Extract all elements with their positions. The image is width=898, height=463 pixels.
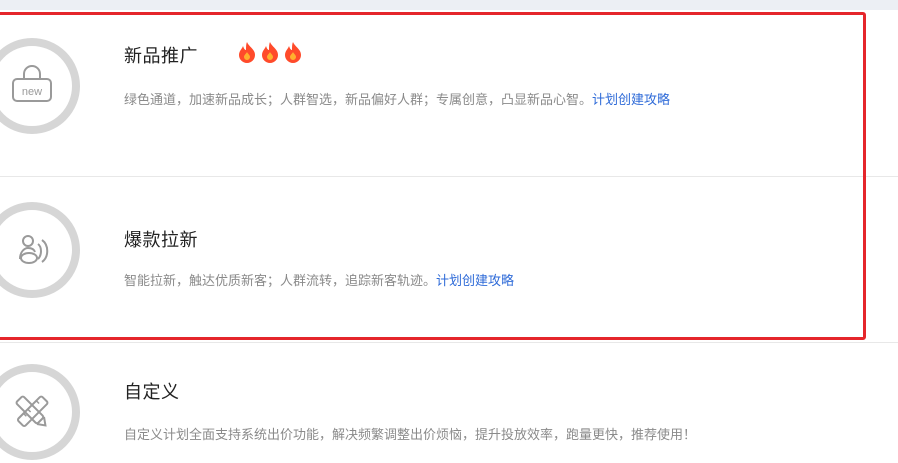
hot-rating	[237, 41, 303, 63]
customer-growth-icon	[0, 202, 80, 298]
plan-title: 自定义	[124, 382, 180, 403]
plan-title: 爆款拉新	[124, 230, 198, 251]
plan-card-new-product[interactable]: new 新品推广 绿色通道，加速新品成长；人群智选，新品偏好人群；专属创意，凸显…	[0, 10, 898, 176]
fire-icon	[262, 42, 278, 63]
shopping-bag-new-icon: new	[0, 38, 80, 134]
plan-description: 自定义计划全面支持系统出价功能，解决频繁调整出价烦恼，提升投放效率，跑量更快，推…	[124, 422, 754, 450]
plan-card-custom[interactable]: 自定义 自定义计划全面支持系统出价功能，解决频繁调整出价烦恼，提升投放效率，跑量…	[0, 342, 898, 463]
plan-guide-link[interactable]: 计划创建攻略	[592, 93, 670, 108]
pencil-ruler-icon	[0, 364, 80, 460]
plan-description-text: 智能拉新，触达优质新客；人群流转，追踪新客轨迹。	[124, 274, 437, 289]
plan-description-text: 绿色通道，加速新品成长；人群智选，新品偏好人群；专属创意，凸显新品心智。	[124, 93, 593, 108]
plan-guide-link[interactable]: 计划创建攻略	[436, 274, 514, 289]
icon-new-text: new	[22, 86, 42, 98]
fire-icon	[239, 42, 255, 63]
plan-description-text: 自定义计划全面支持系统出价功能，解决频繁调整出价烦恼，提升投放效率，跑量更快，推…	[124, 428, 697, 443]
fire-icon	[285, 42, 301, 63]
plan-card-hot-item-acquisition[interactable]: 爆款拉新 智能拉新，触达优质新客；人群流转，追踪新客轨迹。计划创建攻略	[0, 176, 898, 342]
plan-description: 绿色通道，加速新品成长；人群智选，新品偏好人群；专属创意，凸显新品心智。计划创建…	[124, 87, 764, 115]
plan-title: 新品推广	[124, 46, 198, 67]
top-bar	[0, 0, 898, 10]
plan-description: 智能拉新，触达优质新客；人群流转，追踪新客轨迹。计划创建攻略	[124, 268, 764, 296]
